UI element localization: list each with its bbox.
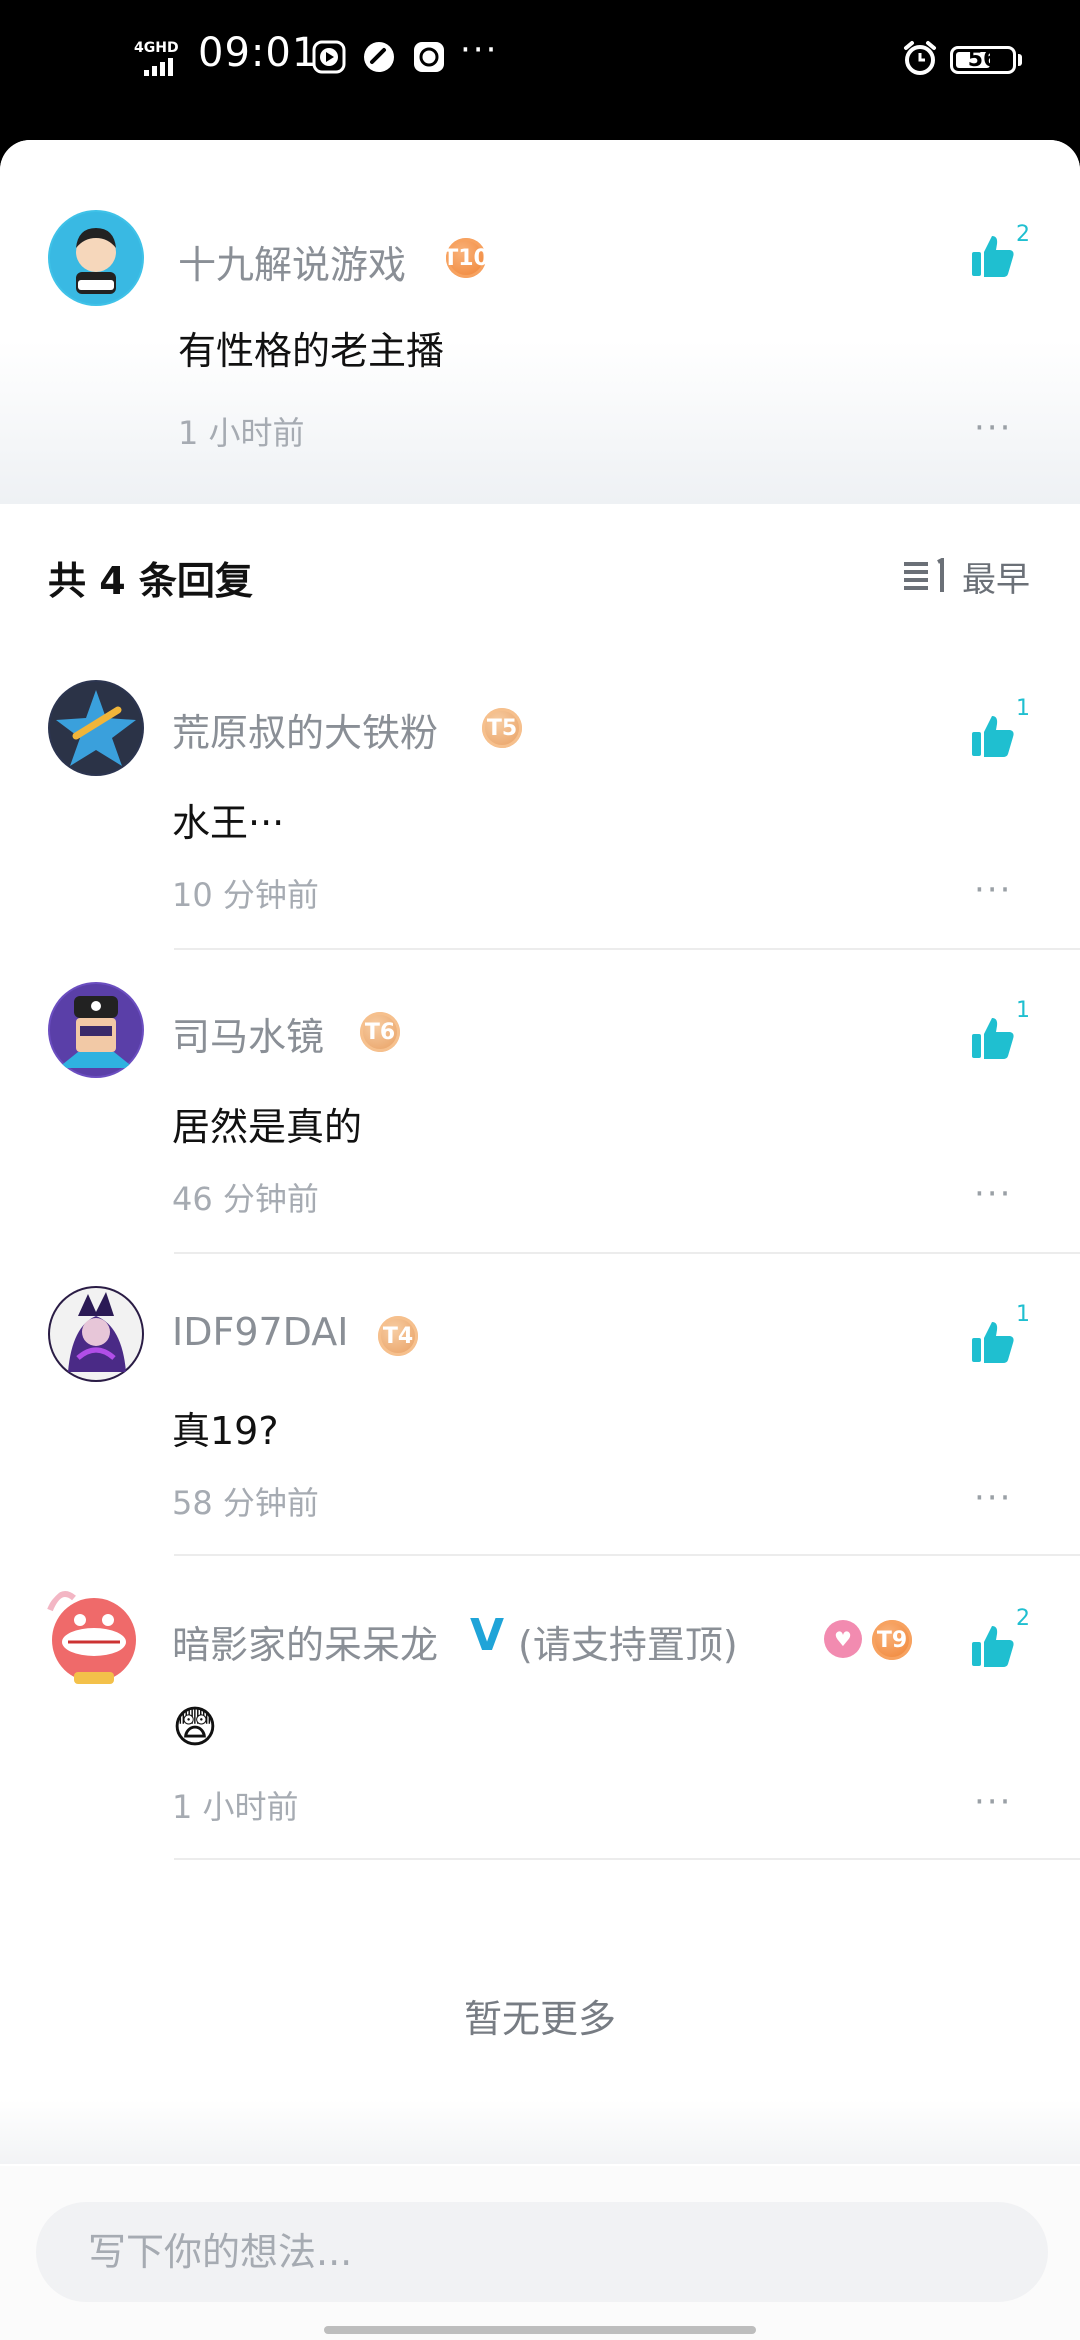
divider	[174, 1554, 1080, 1556]
battery-icon: 56	[950, 46, 1016, 74]
level-badge: T10	[443, 238, 489, 278]
level-badge: T5	[482, 708, 522, 748]
pin-request-text: (请支持置顶)	[518, 1623, 738, 1667]
level-badge: T6	[360, 1012, 400, 1052]
username[interactable]: 荒原叔的大铁粉	[172, 702, 438, 757]
more-options-button[interactable]: ···	[974, 1782, 1012, 1822]
thumbs-up-icon[interactable]	[968, 1014, 1018, 1064]
main-comment: 十九解说游戏 T10 有性格的老主播 1 小时前 2 ···	[0, 140, 1080, 504]
comment-text: 😨	[172, 1702, 218, 1753]
level-badge: T4	[378, 1316, 418, 1356]
video-app-icon	[312, 40, 346, 74]
like-count: 1	[1016, 696, 1030, 721]
home-indicator[interactable]	[324, 2326, 756, 2334]
comment-text: 居然是真的	[172, 1105, 363, 1149]
comment-text: 有性格的老主播	[178, 329, 445, 373]
like-count: 2	[1016, 222, 1030, 247]
no-more-text: 暂无更多	[463, 1997, 616, 2041]
divider	[174, 1858, 1080, 1860]
speed-app-icon	[364, 42, 394, 72]
like-count: 1	[1016, 1302, 1030, 1327]
battery-level: 56	[967, 47, 999, 72]
level-badge: T9	[872, 1620, 912, 1660]
sort-label: 最早	[962, 560, 1030, 600]
clock: 09:01	[198, 30, 319, 76]
thumbs-up-icon[interactable]	[968, 1318, 1018, 1368]
like-count: 1	[1016, 998, 1030, 1023]
avatar[interactable]	[40, 1580, 148, 1688]
username[interactable]: 司马水镜	[172, 1006, 324, 1061]
comment-time: 1 小时前	[178, 414, 305, 452]
sort-icon	[904, 557, 944, 592]
chat-app-icon	[414, 42, 444, 72]
more-options-button[interactable]: ···	[974, 870, 1012, 910]
avatar[interactable]	[48, 982, 144, 1078]
signal-icon: 4GHD	[134, 40, 184, 80]
username[interactable]: 十九解说游戏	[178, 234, 406, 289]
divider	[174, 948, 1080, 950]
avatar[interactable]	[48, 1286, 144, 1382]
avatar[interactable]	[48, 210, 144, 306]
thumbs-up-icon[interactable]	[968, 232, 1018, 282]
more-options-button[interactable]: ···	[974, 1478, 1012, 1518]
more-options-button[interactable]: ···	[974, 1174, 1012, 1214]
avatar[interactable]	[48, 680, 144, 776]
username[interactable]: 暗影家的呆呆龙	[172, 1614, 438, 1669]
comment-input[interactable]	[36, 2202, 1048, 2302]
comment-time: 46 分钟前	[172, 1180, 319, 1218]
comment-text: 真19?	[172, 1409, 279, 1453]
divider	[174, 1252, 1080, 1254]
fan-badge-icon: ♥	[824, 1620, 862, 1658]
status-bar: 4GHD 09:01 ··· 56	[0, 0, 1080, 140]
thumbs-up-icon[interactable]	[968, 712, 1018, 762]
comment-time: 10 分钟前	[172, 876, 319, 914]
username[interactable]: IDF97DAI	[172, 1310, 348, 1354]
like-count: 2	[1016, 1606, 1030, 1631]
replies-sheet: 十九解说游戏 T10 有性格的老主播 1 小时前 2 ··· 共 4 条回复 最…	[0, 140, 1080, 2340]
alarm-icon	[904, 41, 936, 75]
more-notifications: ···	[460, 30, 499, 70]
reply-count: 共 4 条回复	[48, 559, 253, 603]
verified-icon: V	[470, 1610, 505, 1661]
thumbs-up-icon[interactable]	[968, 1622, 1018, 1672]
comment-time: 1 小时前	[172, 1788, 299, 1826]
network-type: 4GHD	[134, 40, 179, 56]
sort-button[interactable]: 最早	[902, 552, 1030, 601]
comment-time: 58 分钟前	[172, 1484, 319, 1522]
more-options-button[interactable]: ···	[974, 408, 1012, 448]
comment-text: 水王···	[172, 801, 285, 845]
